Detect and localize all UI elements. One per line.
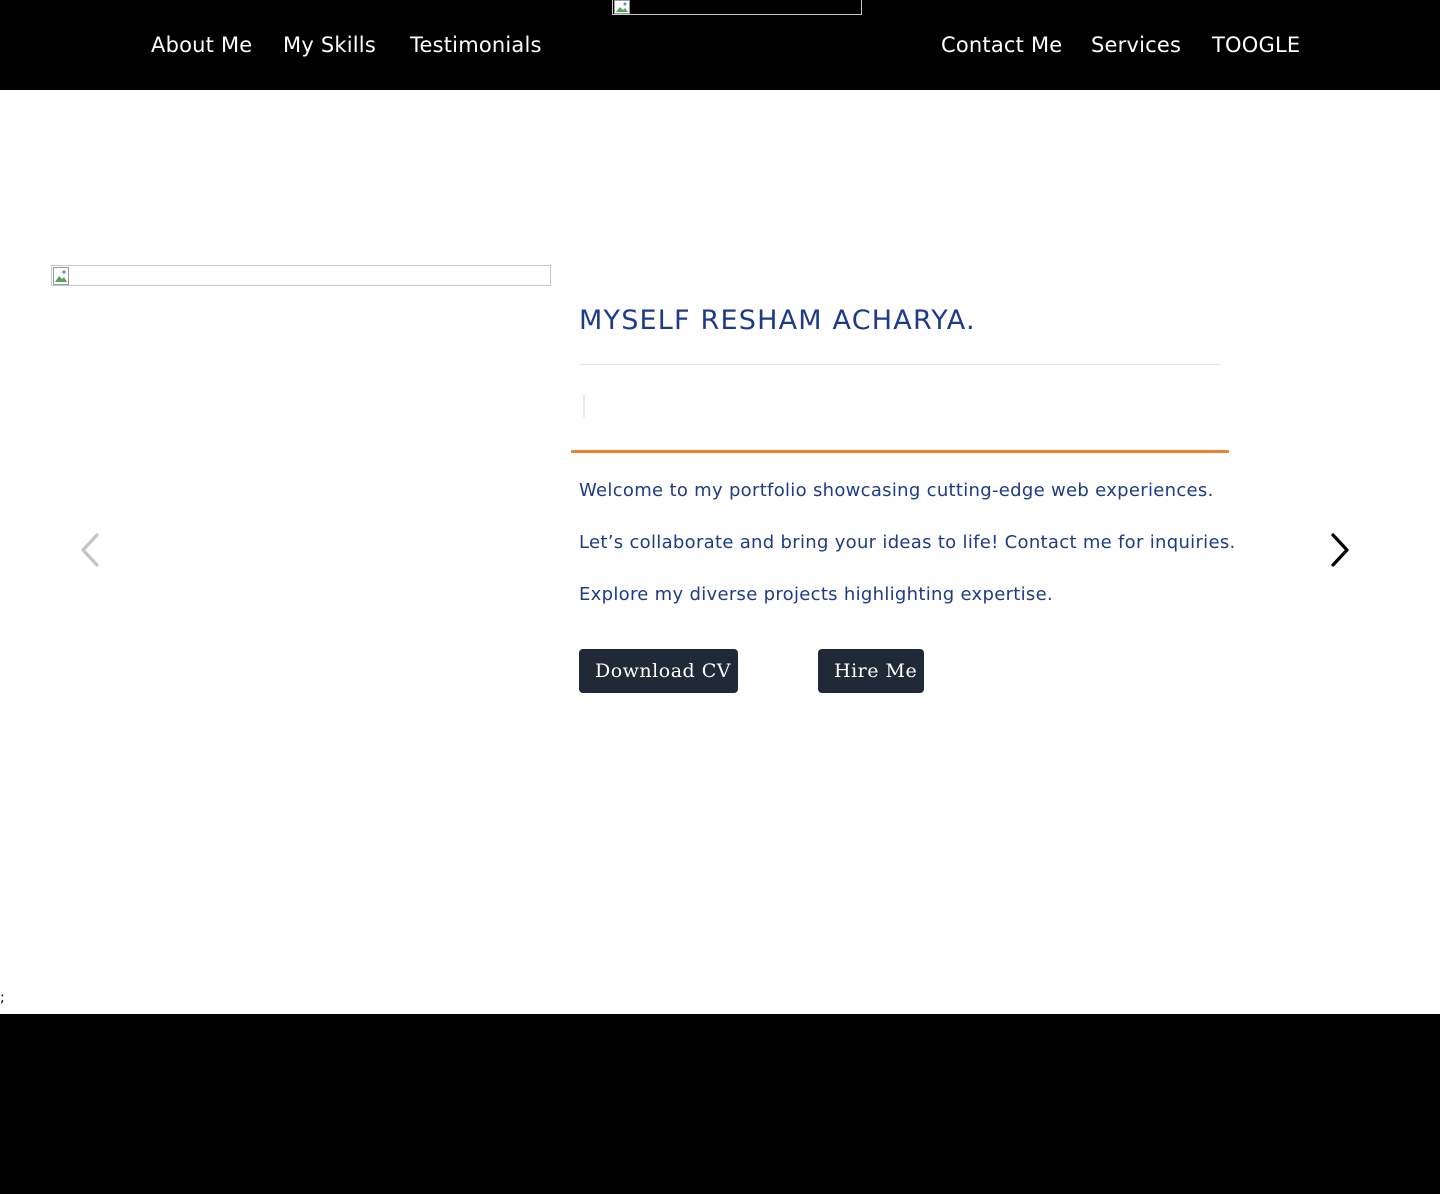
- nav-toogle[interactable]: TOOGLE: [1212, 30, 1300, 60]
- broken-image-icon: [53, 267, 69, 285]
- stray-text: ;: [0, 990, 5, 1006]
- hero-intro-line: Welcome to my portfolio showcasing cutti…: [579, 480, 1214, 501]
- nav-my-skills[interactable]: My Skills: [283, 30, 376, 60]
- footer: [0, 1014, 1440, 1194]
- carousel-prev-button[interactable]: [78, 531, 102, 569]
- hero-collab-line: Let’s collaborate and bring your ideas t…: [579, 532, 1236, 553]
- carousel-next-button[interactable]: [1328, 531, 1352, 569]
- hire-me-button[interactable]: Hire Me: [818, 649, 924, 693]
- navbar: About Me My Skills Testimonials Contact …: [0, 0, 1440, 90]
- hero-explore-line: Explore my diverse projects highlighting…: [579, 584, 1054, 605]
- profile-image: [51, 265, 551, 286]
- chevron-left-icon: [81, 533, 99, 567]
- nav-services[interactable]: Services: [1091, 30, 1181, 60]
- typing-cursor: [583, 395, 585, 417]
- nav-about-me[interactable]: About Me: [151, 30, 252, 60]
- chevron-right-icon: [1331, 533, 1349, 567]
- nav-testimonials[interactable]: Testimonials: [410, 30, 542, 60]
- broken-image-icon: [614, 0, 630, 14]
- title-divider: [579, 364, 1221, 365]
- accent-rule: [571, 450, 1229, 453]
- nav-contact-me[interactable]: Contact Me: [941, 30, 1062, 60]
- logo-image[interactable]: [612, 0, 862, 15]
- download-cv-button[interactable]: Download CV: [579, 649, 738, 693]
- hero-title: MYSELF RESHAM ACHARYA.: [579, 305, 976, 336]
